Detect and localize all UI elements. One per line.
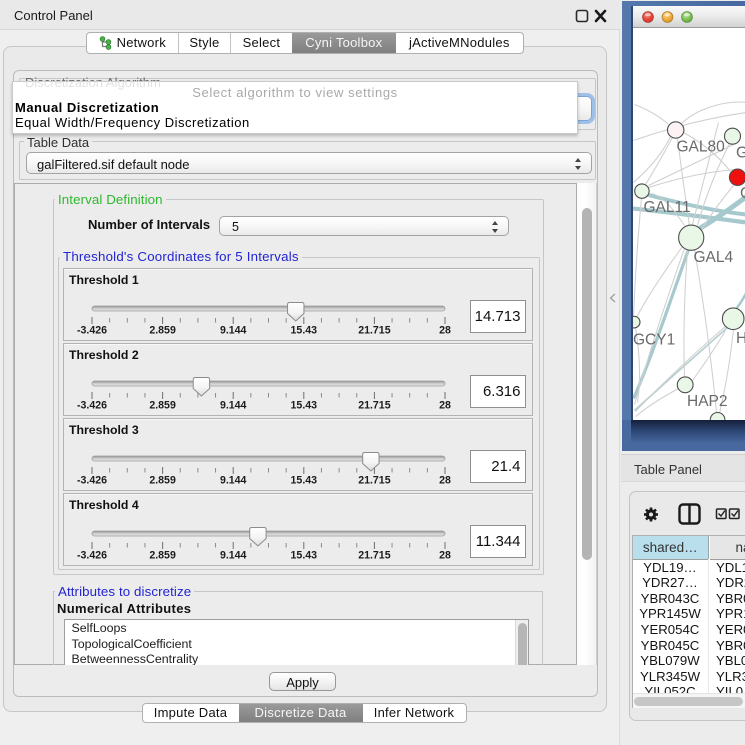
- svg-text:28: 28: [439, 400, 451, 412]
- svg-text:15.43: 15.43: [291, 550, 318, 562]
- svg-text:2.859: 2.859: [149, 475, 176, 487]
- svg-text:28: 28: [439, 475, 451, 487]
- svg-text:15.43: 15.43: [291, 475, 318, 487]
- svg-text:GAL80: GAL80: [676, 138, 725, 155]
- svg-text:GCY1: GCY1: [633, 331, 675, 348]
- svg-text:-3.426: -3.426: [77, 550, 107, 562]
- svg-text:9.144: 9.144: [220, 325, 247, 337]
- svg-text:21.715: 21.715: [358, 475, 391, 487]
- svg-text:21.715: 21.715: [358, 550, 391, 562]
- svg-text:15.43: 15.43: [291, 325, 318, 337]
- svg-text:GAL4: GAL4: [693, 249, 733, 266]
- svg-text:GAL11: GAL11: [643, 199, 690, 216]
- svg-text:28: 28: [439, 550, 451, 562]
- svg-text:9.144: 9.144: [220, 400, 247, 412]
- svg-text:-3.426: -3.426: [77, 325, 107, 337]
- svg-text:-3.426: -3.426: [77, 400, 107, 412]
- svg-text:28: 28: [439, 325, 451, 337]
- svg-text:2.859: 2.859: [149, 550, 176, 562]
- svg-text:15.43: 15.43: [291, 400, 318, 412]
- svg-text:C: C: [740, 185, 745, 202]
- svg-text:21.715: 21.715: [358, 400, 391, 412]
- svg-text:-3.426: -3.426: [77, 475, 107, 487]
- svg-text:H: H: [736, 330, 745, 347]
- svg-text:9.144: 9.144: [220, 475, 247, 487]
- svg-text:2.859: 2.859: [149, 325, 176, 337]
- svg-text:HAP2: HAP2: [687, 393, 728, 410]
- svg-text:9.144: 9.144: [220, 550, 247, 562]
- svg-text:21.715: 21.715: [358, 325, 391, 337]
- svg-text:GA: GA: [736, 144, 745, 161]
- svg-text:2.859: 2.859: [149, 400, 176, 412]
